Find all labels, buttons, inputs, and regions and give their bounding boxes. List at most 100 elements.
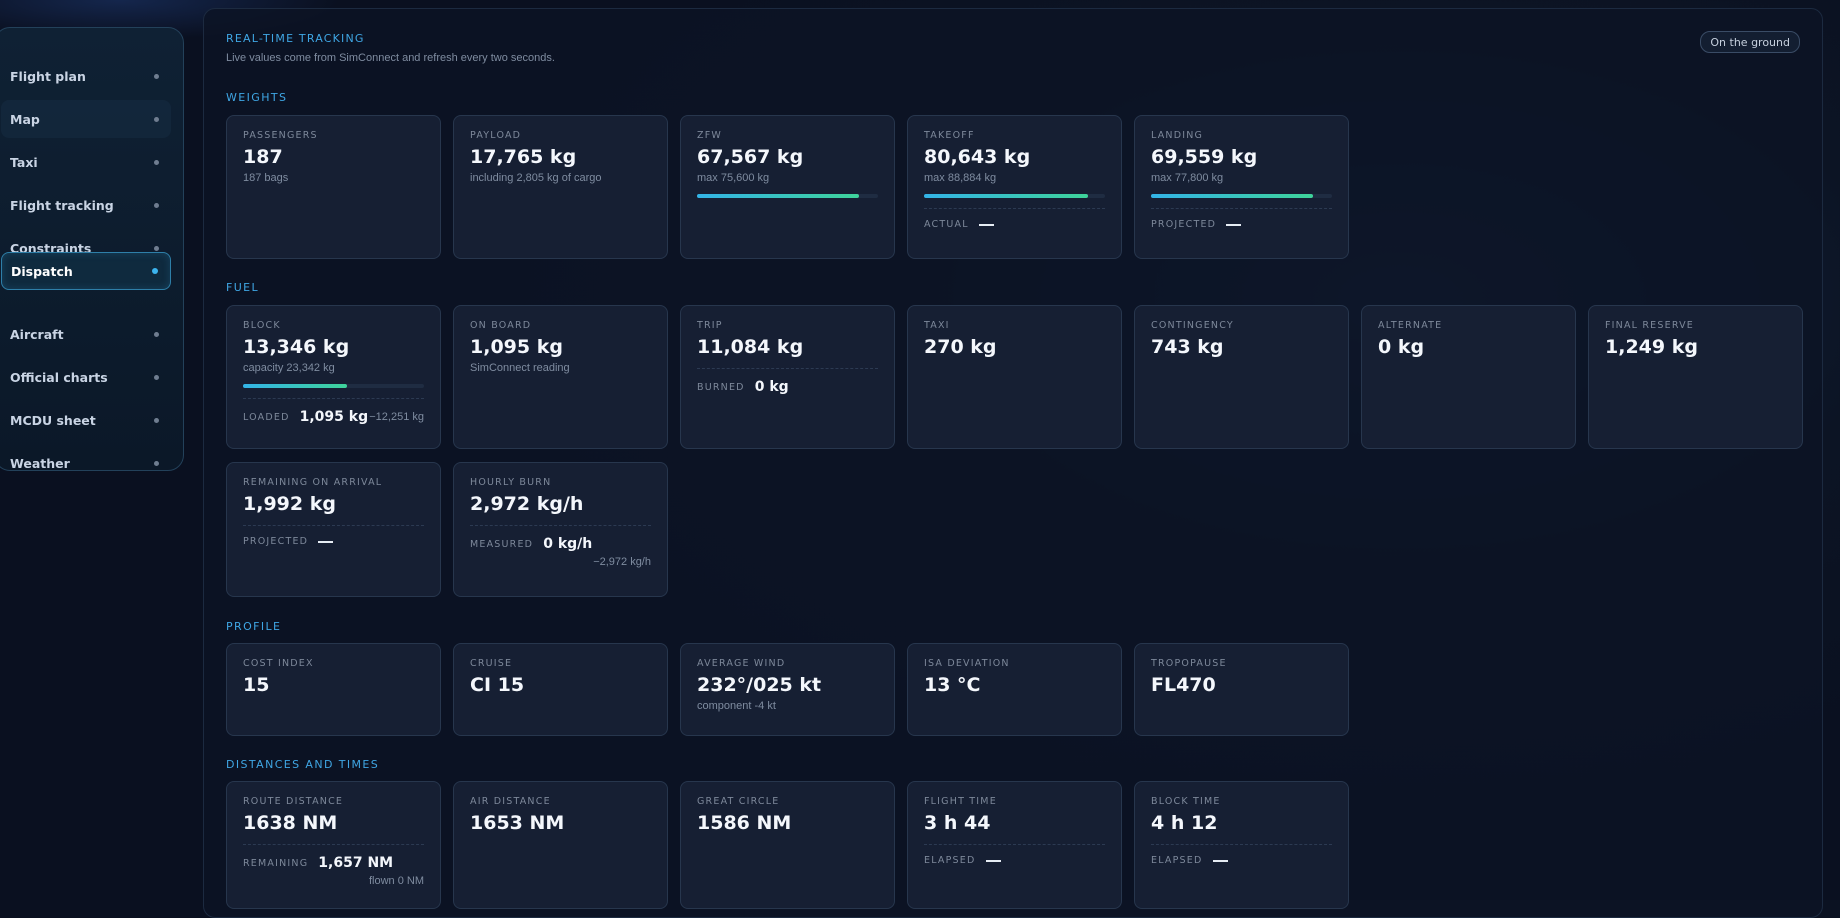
empty-value-dash (1226, 223, 1242, 226)
card-value: 69,559 kg (1151, 146, 1258, 168)
sidebar-item-label: Map (10, 111, 40, 127)
sidebar-item-official-charts[interactable]: Official charts (1, 358, 171, 396)
card-label: BLOCK (243, 320, 281, 331)
sidebar-item-dispatch[interactable]: Dispatch (1, 252, 171, 290)
card-value: 1,992 kg (243, 493, 336, 515)
footer-label: ELAPSED (1151, 855, 1203, 866)
footer-value: 0 kg/h (543, 536, 593, 552)
dispatch-panel: REAL-TIME TRACKING Live values come from… (203, 8, 1823, 918)
block-fuel-progress-bar (243, 384, 424, 388)
divider (697, 368, 878, 369)
divider (470, 525, 651, 526)
footer-delta: −12,251 kg (369, 411, 424, 423)
card-sub: 187 bags (243, 172, 289, 184)
card-label: ON BOARD (470, 320, 532, 331)
sidebar-item-label: Aircraft (10, 326, 64, 342)
page-subtitle: Live values come from SimConnect and ref… (226, 52, 555, 64)
card-label: HOURLY BURN (470, 477, 552, 488)
card-route-distance: ROUTE DISTANCE 1638 NM REMAINING 1,657 N… (226, 781, 441, 909)
card-value: 0 kg (1378, 336, 1425, 358)
section-title-weights: WEIGHTS (226, 91, 288, 104)
dot-icon (154, 116, 159, 122)
card-value: 80,643 kg (924, 146, 1031, 168)
card-value: 15 (243, 674, 270, 696)
card-label: ISA DEVIATION (924, 658, 1010, 669)
progress-fill (924, 194, 1089, 198)
sidebar-item-flight-plan[interactable]: Flight plan (1, 57, 171, 95)
card-label: AVERAGE WIND (697, 658, 786, 669)
card-label: GREAT CIRCLE (697, 796, 780, 807)
footer-label: ELAPSED (924, 855, 976, 866)
card-block-time: BLOCK TIME 4 h 12 ELAPSED (1134, 781, 1349, 909)
card-label: FINAL RESERVE (1605, 320, 1695, 331)
card-final-reserve-fuel: FINAL RESERVE 1,249 kg (1588, 305, 1803, 449)
card-tropopause: TROPOPAUSE FL470 (1134, 643, 1349, 736)
active-dot-icon (152, 268, 158, 274)
card-contingency-fuel: CONTINGENCY 743 kg (1134, 305, 1349, 449)
footer-value: 1,095 kg (299, 409, 369, 425)
card-footer: PROJECTED (1151, 219, 1332, 230)
card-sub: including 2,805 kg of cargo (470, 172, 602, 184)
card-footer: BURNED 0 kg (697, 379, 878, 395)
sidebar-item-label: Official charts (10, 369, 108, 385)
sidebar-item-flight-tracking[interactable]: Flight tracking (1, 186, 171, 224)
sidebar-item-weather[interactable]: Weather (1, 444, 171, 482)
card-sub: max 77,800 kg (1151, 172, 1224, 184)
card-label: AIR DISTANCE (470, 796, 551, 807)
divider (1151, 844, 1332, 845)
footer-value: 0 kg (754, 379, 789, 395)
footer-label: MEASURED (470, 538, 534, 550)
sidebar-item-label: Flight plan (10, 68, 86, 84)
card-label: PAYLOAD (470, 130, 522, 141)
card-flight-time: FLIGHT TIME 3 h 44 ELAPSED (907, 781, 1122, 909)
footer-label: ACTUAL (924, 219, 969, 230)
takeoff-progress-bar (924, 194, 1105, 198)
divider (243, 398, 424, 399)
card-cost-index: COST INDEX 15 (226, 643, 441, 736)
dot-icon (154, 202, 159, 208)
landing-progress-bar (1151, 194, 1332, 198)
sidebar-item-label: Flight tracking (10, 197, 114, 213)
card-label: TROPOPAUSE (1151, 658, 1227, 669)
card-label: BLOCK TIME (1151, 796, 1221, 807)
card-label: TAXI (924, 320, 950, 331)
card-label: TAKEOFF (924, 130, 975, 141)
empty-value-dash (1212, 859, 1228, 862)
card-takeoff: TAKEOFF 80,643 kg max 88,884 kg ACTUAL (907, 115, 1122, 259)
card-value: 11,084 kg (697, 336, 804, 358)
section-title-distances: DISTANCES AND TIMES (226, 758, 380, 771)
card-footer: LOADED 1,095 kg −12,251 kg (243, 409, 424, 425)
card-label: CRUISE (470, 658, 513, 669)
card-value: 1,095 kg (470, 336, 563, 358)
card-block-fuel: BLOCK 13,346 kg capacity 23,342 kg LOADE… (226, 305, 441, 449)
card-label: ROUTE DISTANCE (243, 796, 344, 807)
card-value: 4 h 12 (1151, 812, 1218, 834)
card-alternate-fuel: ALTERNATE 0 kg (1361, 305, 1576, 449)
footer-label: REMAINING (243, 857, 309, 869)
card-sub: SimConnect reading (470, 362, 570, 374)
section-title-fuel: FUEL (226, 281, 260, 294)
card-average-wind: AVERAGE WIND 232°/025 kt component -4 kt (680, 643, 895, 736)
section-title-profile: PROFILE (226, 620, 282, 633)
dot-icon (154, 73, 159, 79)
card-footer: ELAPSED (1151, 855, 1332, 866)
card-value: 743 kg (1151, 336, 1224, 358)
card-cruise: CRUISE CI 15 (453, 643, 668, 736)
card-label: FLIGHT TIME (924, 796, 997, 807)
dot-icon (154, 374, 159, 380)
card-value: 1638 NM (243, 812, 338, 834)
progress-fill (697, 194, 859, 198)
footer-label: BURNED (697, 381, 745, 393)
card-value: CI 15 (470, 674, 525, 696)
sidebar-item-aircraft[interactable]: Aircraft (1, 315, 171, 353)
card-great-circle: GREAT CIRCLE 1586 NM (680, 781, 895, 909)
sidebar-item-mcdu-sheet[interactable]: MCDU sheet (1, 401, 171, 439)
empty-value-dash (978, 223, 994, 226)
sidebar-item-taxi[interactable]: Taxi (1, 143, 171, 181)
sidebar-item-map[interactable]: Map (1, 100, 171, 138)
footer-label: PROJECTED (243, 536, 309, 547)
card-landing: LANDING 69,559 kg max 77,800 kg PROJECTE… (1134, 115, 1349, 259)
card-footer: ELAPSED (924, 855, 1105, 866)
dot-icon (154, 245, 159, 251)
card-isa-deviation: ISA DEVIATION 13 °C (907, 643, 1122, 736)
